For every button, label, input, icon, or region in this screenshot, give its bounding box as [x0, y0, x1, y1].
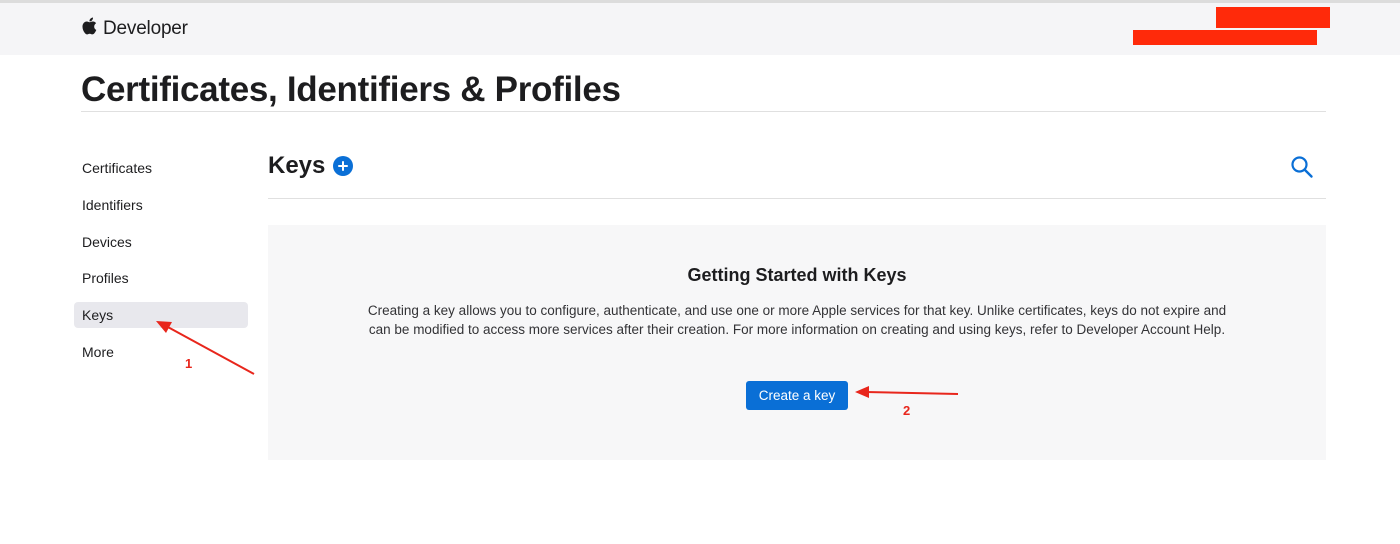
empty-state-title: Getting Started with Keys: [687, 265, 907, 285]
title-divider: [81, 111, 1326, 112]
sidebar-item-identifiers[interactable]: Identifiers: [74, 192, 248, 218]
create-key-button[interactable]: Create a key: [746, 381, 848, 410]
empty-state-panel: Getting Started with Keys Creating a key…: [268, 225, 1326, 460]
developer-home-link[interactable]: Developer: [82, 16, 188, 41]
sidebar-item-profiles[interactable]: Profiles: [74, 265, 248, 291]
section-divider: [268, 198, 1326, 199]
global-nav-bar: Developer: [0, 0, 1400, 55]
brand-name: Developer: [103, 17, 188, 39]
annotation-step-2: 2: [903, 403, 911, 418]
sidebar-item-more[interactable]: More: [74, 339, 248, 365]
plus-circle-icon[interactable]: [333, 156, 354, 176]
redacted-team-name: [1133, 30, 1317, 45]
sidebar-item-certificates[interactable]: Certificates: [74, 155, 248, 181]
section-title: Keys: [268, 152, 326, 179]
section-header: Keys: [268, 152, 354, 180]
empty-state-description: Creating a key allows you to configure, …: [367, 303, 1227, 337]
page-title: Certificates, Identifiers & Profiles: [81, 70, 621, 109]
apple-logo-icon: [82, 16, 99, 41]
search-icon[interactable]: [1290, 155, 1314, 179]
redacted-account-name: [1216, 7, 1330, 28]
sidebar-item-devices[interactable]: Devices: [74, 229, 248, 255]
sidebar-item-keys[interactable]: Keys: [74, 302, 248, 328]
annotation-step-1: 1: [185, 356, 193, 371]
